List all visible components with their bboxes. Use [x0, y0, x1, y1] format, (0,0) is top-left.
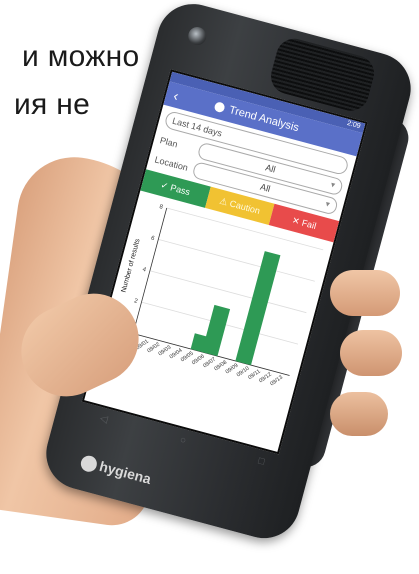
background-text-line-2: ия не — [14, 88, 91, 121]
y-tick-label: 2 — [133, 298, 138, 305]
y-axis — [132, 207, 168, 334]
recent-hw-icon[interactable]: □ — [257, 455, 266, 467]
location-label: Location — [153, 153, 190, 173]
plan-label: Plan — [158, 134, 179, 149]
y-tick-label: 4 — [142, 267, 147, 274]
background-text-line-1: и можно — [22, 40, 140, 73]
hand-finger-1 — [330, 270, 400, 316]
plan-value: All — [264, 162, 277, 175]
back-arrow-icon[interactable]: ‹ — [164, 85, 187, 106]
y-tick-label: 6 — [150, 236, 155, 243]
y-axis-label: Number of results — [121, 238, 142, 294]
hand-finger-3 — [330, 392, 388, 436]
gridline — [149, 270, 307, 314]
hand-finger-2 — [340, 330, 402, 376]
camera-lens — [186, 24, 209, 48]
bar — [235, 251, 281, 366]
back-hw-icon[interactable]: ◁ — [99, 413, 109, 426]
gridline — [158, 238, 315, 282]
bar — [201, 304, 231, 357]
location-value: All — [259, 181, 272, 194]
clock-icon — [213, 101, 226, 114]
device-screen: 2:09 ‹ Trend Analysis Last 14 days Plan … — [81, 69, 368, 455]
chevron-down-icon: ▼ — [328, 181, 337, 190]
y-tick-label: 8 — [159, 204, 164, 211]
home-hw-icon[interactable]: ○ — [179, 434, 188, 446]
chevron-down-icon: ▼ — [323, 200, 332, 210]
